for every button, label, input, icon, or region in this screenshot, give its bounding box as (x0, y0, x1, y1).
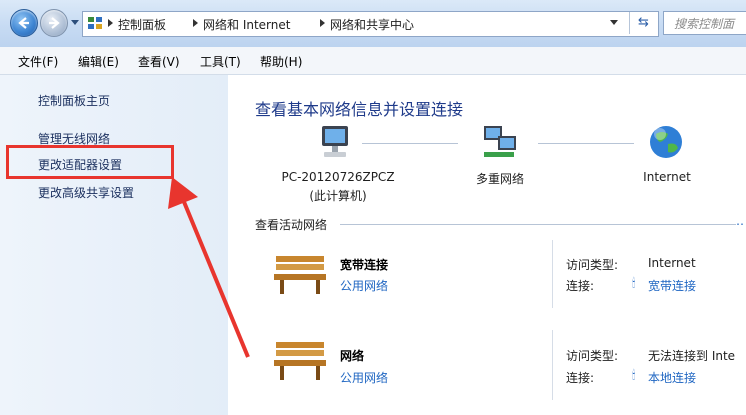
breadcrumb-separator-icon (193, 19, 198, 27)
bench-icon (274, 342, 326, 380)
menu-file[interactable]: 文件(F) (18, 53, 58, 70)
more-link-fragment[interactable]: ‥ (736, 214, 744, 228)
network-label: 多重网络 (475, 172, 524, 186)
refresh-icon: ⇆ (638, 15, 649, 30)
computer-sublabel: (此计算机) (309, 189, 367, 203)
network-type-link[interactable]: 公用网络 (340, 369, 388, 386)
menu-view[interactable]: 查看(V) (138, 53, 180, 70)
access-type-value: Internet (648, 256, 696, 270)
network-name: 网络 (340, 349, 365, 363)
computer-name: PC-20120726ZPCZ (281, 170, 395, 184)
multiple-networks-icon[interactable] (480, 124, 522, 162)
connection-label: 连接: (566, 371, 595, 385)
history-dropdown-icon[interactable] (71, 20, 79, 25)
bench-icon (274, 256, 326, 294)
breadcrumb-separator-icon (320, 19, 325, 27)
internet-label: Internet (643, 170, 691, 184)
internet-globe-icon[interactable] (648, 124, 684, 160)
column-divider (552, 330, 553, 400)
control-panel-icon (88, 17, 102, 29)
page-title: 查看基本网络信息并设置连接 (255, 100, 464, 119)
menu-edit[interactable]: 编辑(E) (78, 53, 119, 70)
highlight-box (6, 145, 174, 179)
forward-arrow-icon (49, 17, 60, 29)
map-connector (362, 143, 458, 144)
computer-icon[interactable] (316, 124, 356, 162)
connection-link[interactable]: 宽带连接 (648, 277, 696, 294)
sidebar-item-advanced-sharing[interactable]: 更改高级共享设置 (38, 184, 134, 201)
annotation-arrow-icon (168, 177, 250, 358)
network-type-link[interactable]: 公用网络 (340, 277, 388, 294)
network-name: 宽带连接 (340, 258, 389, 272)
forward-button[interactable] (40, 9, 68, 37)
section-divider (340, 224, 736, 225)
access-type-label: 访问类型: (566, 258, 619, 272)
connection-link[interactable]: 本地连接 (648, 369, 696, 386)
menu-help[interactable]: 帮助(H) (260, 53, 302, 70)
connection-label: 连接: (566, 279, 595, 293)
map-connector (538, 143, 634, 144)
breadcrumb-network-internet[interactable]: 网络和 Internet (203, 16, 290, 33)
breadcrumb-sharing-center[interactable]: 网络和共享中心 (330, 16, 414, 33)
address-path-box[interactable]: 控制面板 网络和 Internet 网络和共享中心 (82, 11, 659, 37)
breadcrumb-separator-icon (108, 19, 113, 27)
search-input[interactable]: 搜索控制面 (663, 11, 746, 35)
connection-icon: 🕯 (632, 368, 636, 382)
refresh-button[interactable]: ⇆ (629, 12, 657, 34)
address-dropdown-icon[interactable] (610, 20, 618, 25)
access-type-label: 访问类型: (566, 349, 619, 363)
back-arrow-icon (18, 17, 29, 29)
column-divider (552, 240, 553, 308)
connection-icon: 🕯 (632, 276, 636, 290)
back-button[interactable] (10, 9, 38, 37)
breadcrumb-control-panel[interactable]: 控制面板 (118, 16, 166, 33)
sidebar-item-control-panel-home[interactable]: 控制面板主页 (38, 92, 110, 109)
section-title-active-networks: 查看活动网络 (255, 218, 328, 232)
access-type-value: 无法连接到 Inte (648, 349, 736, 363)
menu-tools[interactable]: 工具(T) (200, 53, 241, 70)
